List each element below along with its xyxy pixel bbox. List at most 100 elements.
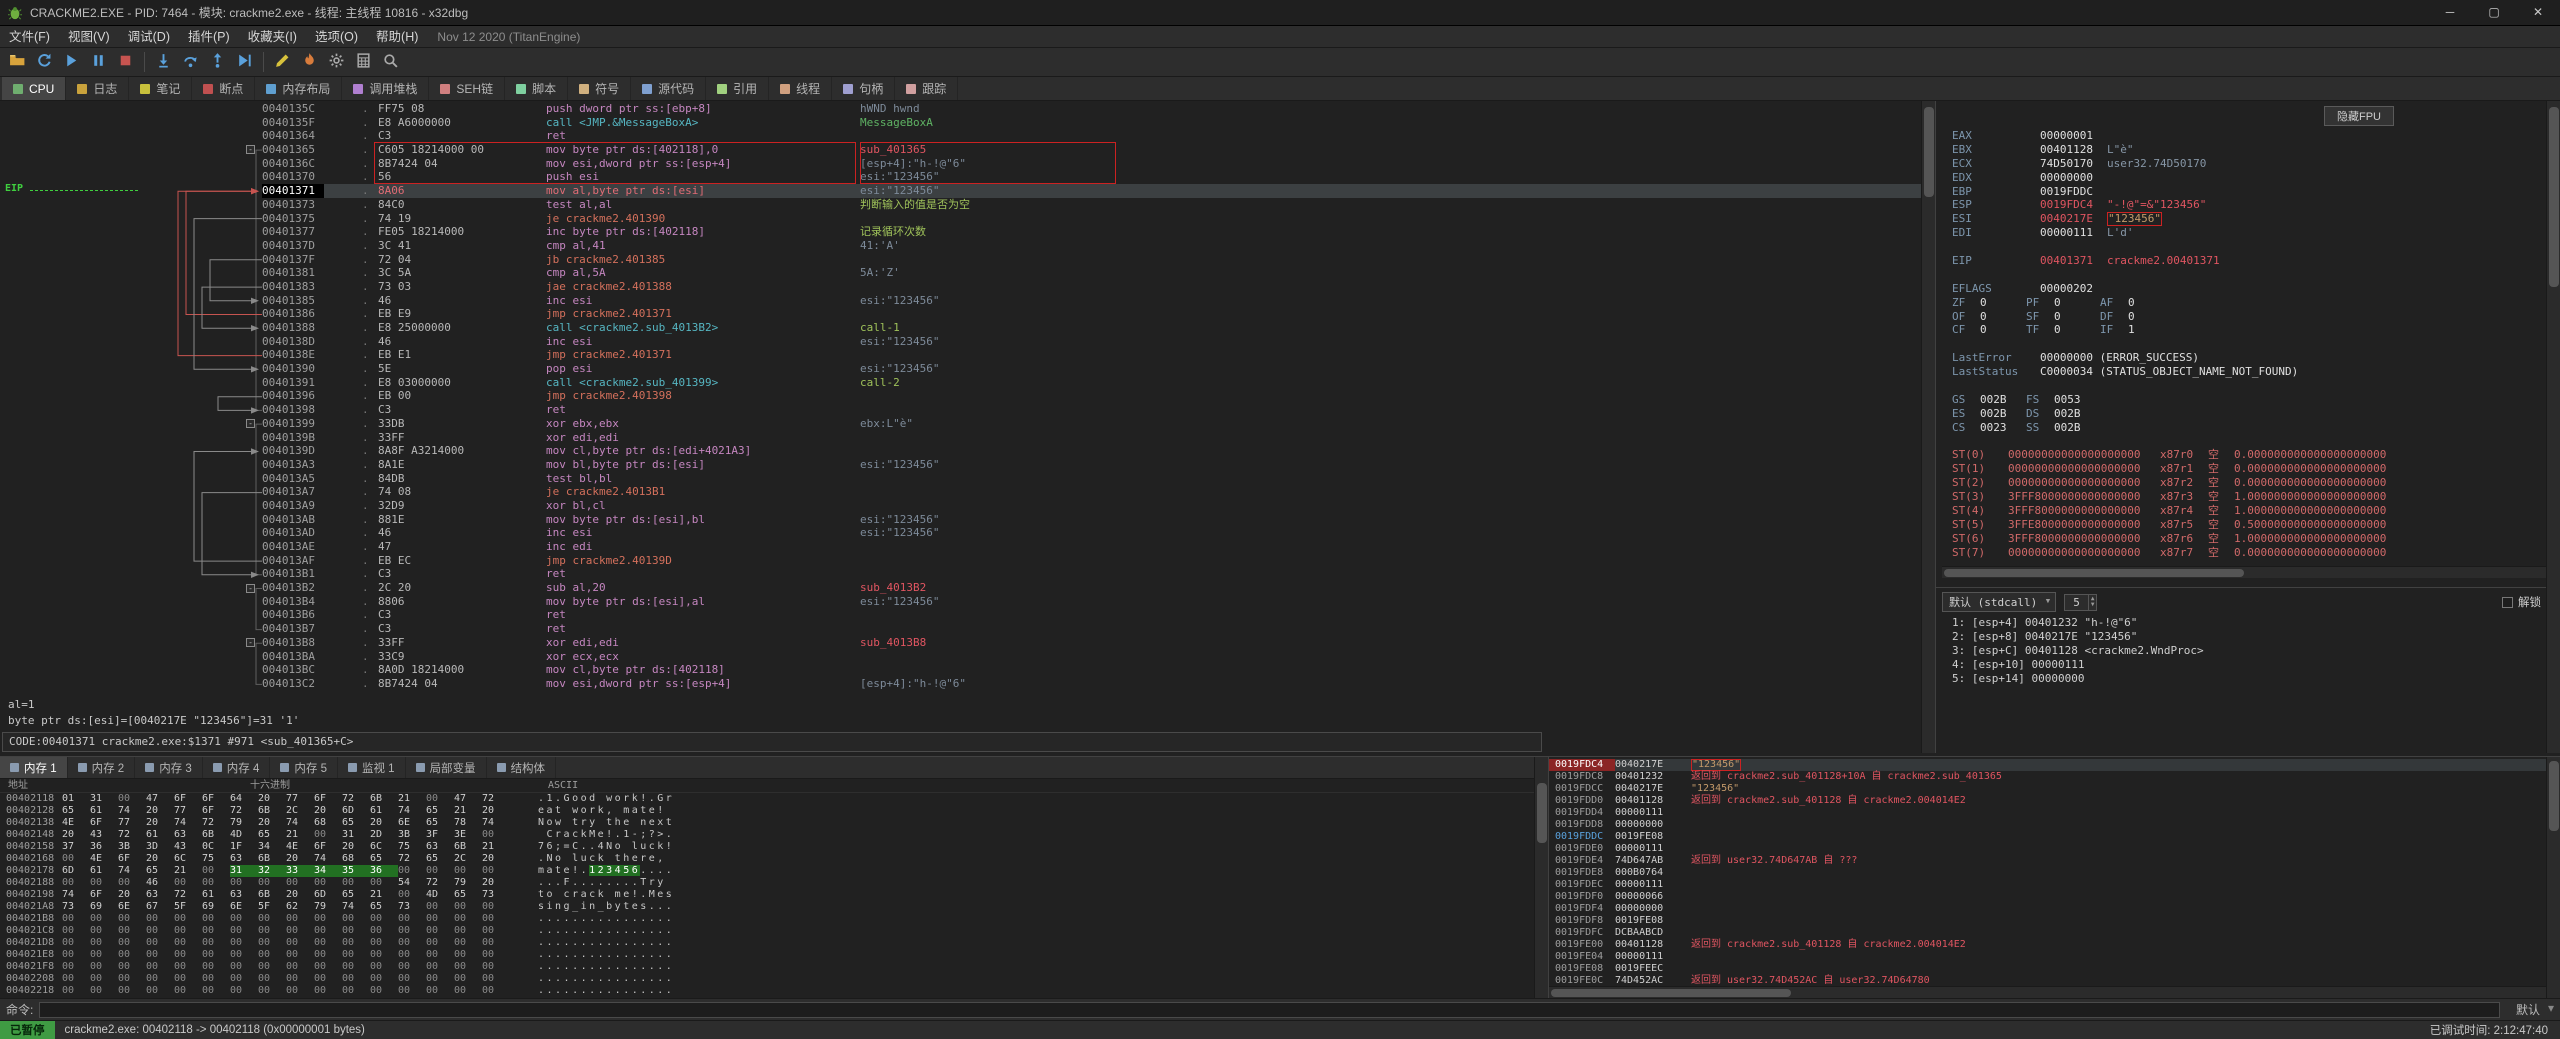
dump-tab-6[interactable]: 监视 1 (338, 757, 406, 778)
fpu-register-row[interactable]: ST(2) 00000000000000000000 x87r2 空 0.0000000… (1936, 476, 2560, 490)
stack-row[interactable]: 0019FDE8 000B0764 (1549, 867, 2560, 879)
stack-horizontal-scrollbar[interactable] (1549, 986, 2547, 998)
fpu-register-row[interactable]: ST(7) 00000000000000000000 x87r7 空 0.0000000… (1936, 546, 2560, 560)
register-row[interactable]: ZF 0 PF 0 AF 0 (1936, 296, 2560, 310)
calculator-button[interactable] (350, 50, 377, 75)
step-into-button[interactable] (150, 50, 177, 75)
register-row[interactable]: CF 0 TF 0 IF 1 (1936, 323, 2560, 337)
stack-row[interactable]: 0019FE00 00401128 返回到 crackme2.sub_401128 … (1549, 939, 2560, 951)
fpu-register-row[interactable]: ST(3) 3FFF8000000000000000 x87r3 空 1.0000000… (1936, 490, 2560, 504)
menu-item[interactable]: 收藏夹(I) (239, 26, 306, 48)
disasm-row[interactable]: 004013A7. 74 08 je crackme2.4013B1 (0, 485, 1935, 499)
memory-dump-panel[interactable]: 内存 1 内存 2 内存 3 内存 4 内存 5 监视 1 局部变量 结构体 地址 十六进制 … (0, 756, 1548, 998)
stack-panel[interactable]: 0019FDC4 0040217E "123456" 0019FDC8 00401232… (1548, 756, 2560, 998)
stack-scrollbar[interactable] (2546, 757, 2560, 998)
dump-row[interactable]: 00402148 20 43 72 61 63 6B 4D 65 21 00 31 2D 3B 3F 3E 00… (0, 829, 1548, 841)
menu-item[interactable]: 文件(F) (0, 26, 59, 48)
fpu-register-row[interactable]: ST(0) 00000000000000000000 x87r0 空 0.0000000… (1936, 448, 2560, 462)
stack-row[interactable]: 0019FDD4 00000111 (1549, 807, 2560, 819)
register-row[interactable]: EFLAGS 00000202 (1936, 282, 2560, 296)
register-row[interactable]: ES 002B DS 002B (1936, 407, 2560, 421)
maximize-button[interactable]: ▢ (2472, 0, 2516, 25)
step-over-button[interactable] (177, 50, 204, 75)
register-row[interactable]: ESP 0019FDC4 "-!@"=&"123456" (1936, 198, 2560, 212)
register-row[interactable]: EIP 00401371 crackme2.00401371 (1936, 254, 2560, 268)
register-row[interactable]: OF 0 SF 0 DF 0 (1936, 310, 2560, 324)
disasm-row[interactable]: 0040136C. 8B7424 04 mov esi,dword ptr ss:[… (0, 157, 1935, 171)
patches-button[interactable] (269, 50, 296, 75)
dump-row[interactable]: 004021E8 00 00 00 00 00 00 00 00 00 00 00 00 00 00 00 00… (0, 949, 1548, 961)
stack-row[interactable]: 0019FDDC 0019FE08 (1549, 831, 2560, 843)
register-row[interactable]: EDI 00000111 L'd' (1936, 226, 2560, 240)
fpu-register-row[interactable]: ST(4) 3FFF8000000000000000 x87r4 空 1.0000000… (1936, 504, 2560, 518)
argument-row[interactable]: 5: [esp+14] 00000000 (1936, 672, 2560, 686)
command-default-dropdown[interactable]: 默认 (2508, 1001, 2554, 1018)
dump-tab-7[interactable]: 局部变量 (406, 757, 487, 778)
dump-tab-5[interactable]: 内存 5 (270, 757, 338, 778)
disasm-row[interactable]: 00401391. E8 03000000 call <crackme2.sub_4… (0, 376, 1935, 390)
function-collapse-icon[interactable]: - (246, 145, 255, 155)
stop-button[interactable] (112, 50, 139, 75)
dump-row[interactable]: 00402118 01 31 00 47 6F 6F 64 20 77 6F 72 6B 21 00 47 72… (0, 793, 1548, 805)
spinner-arrows-icon[interactable]: ▲ ▼ (2087, 594, 2097, 610)
disassembly-scrollbar[interactable] (1921, 101, 1935, 753)
disasm-row[interactable]: 004013B2. 2C 20 sub al,20 sub_4013B2 (0, 581, 1935, 595)
stack-row[interactable]: 0019FE04 00000111 (1549, 951, 2560, 963)
argument-row[interactable]: 1: [esp+4] 00401232 "h-!@"6" (1936, 616, 2560, 630)
disasm-row[interactable]: 00401370. 56 push esi esi:"123456" (0, 170, 1935, 184)
disasm-row[interactable]: 0040135C. FF75 08 push dword ptr ss:[ebp+8… (0, 102, 1935, 116)
view-tab-内存布局[interactable]: 内存布局 (255, 77, 343, 100)
dump-row[interactable]: 00402178 6D 61 74 65 21 00 31 32 33 34 35 36 00 00 00 00… (0, 865, 1548, 877)
minimize-button[interactable]: ─ (2428, 0, 2472, 25)
menu-item[interactable]: 视图(V) (59, 26, 119, 48)
disasm-row[interactable]: 004013B6. C3 ret (0, 608, 1935, 622)
disasm-row[interactable]: 00401383. 73 03 jae crackme2.401388 (0, 280, 1935, 294)
disasm-row[interactable]: 00401371. 8A06 mov al,byte ptr ds:[esi] esi… (0, 184, 1935, 198)
register-row[interactable]: LastError 00000000 (ERROR_SUCCESS) (1936, 351, 2560, 365)
view-tab-跟踪[interactable]: 跟踪 (895, 77, 959, 100)
function-collapse-icon[interactable]: - (246, 419, 255, 429)
dump-row[interactable]: 00402168 00 4E 6F 20 6C 75 63 6B 20 74 68 65 72 65 2C 20… (0, 853, 1548, 865)
disasm-row[interactable]: 00401377. FE05 18214000 inc byte ptr ds:[4… (0, 225, 1935, 239)
dump-row[interactable]: 004021F8 00 00 00 00 00 00 00 00 00 00 00 00 00 00 00 00… (0, 961, 1548, 973)
disasm-row[interactable]: 004013A5. 84DB test bl,bl (0, 472, 1935, 486)
restart-button[interactable] (31, 50, 58, 75)
dump-row[interactable]: 00402138 4E 6F 77 20 74 72 79 20 74 68 65 20 6E 65 78 74… (0, 817, 1548, 829)
disasm-row[interactable]: 00401386. EB E9 jmp crackme2.401371 (0, 307, 1935, 321)
stack-row[interactable]: 0019FDE4 74D647AB 返回到 user32.74D647AB 自 ??… (1549, 855, 2560, 867)
view-tab-句柄[interactable]: 句柄 (832, 77, 896, 100)
stack-row[interactable]: 0019FDCC 0040217E "123456" (1549, 783, 2560, 795)
dump-row[interactable]: 00402158 37 36 3B 3D 43 0C 1F 34 4E 6F 20 6C 75 63 6B 21… (0, 841, 1548, 853)
dump-tab-2[interactable]: 内存 2 (68, 757, 136, 778)
disasm-row[interactable]: 00401390. 5E pop esi esi:"123456" (0, 362, 1935, 376)
disasm-row[interactable]: 0040137F. 72 04 jb crackme2.401385 (0, 253, 1935, 267)
menu-item[interactable]: 选项(O) (306, 26, 367, 48)
view-tab-seh链[interactable]: SEH链 (429, 77, 506, 100)
disasm-row[interactable]: 00401385. 46 inc esi esi:"123456" (0, 294, 1935, 308)
function-collapse-icon[interactable]: - (246, 638, 255, 648)
disasm-row[interactable]: 004013A9. 32D9 xor bl,cl (0, 499, 1935, 513)
disasm-row[interactable]: 0040135F. E8 A6000000 call <JMP.&MessageBo… (0, 116, 1935, 130)
menu-item[interactable]: 插件(P) (179, 26, 239, 48)
step-out-button[interactable] (204, 50, 231, 75)
view-tab-线程[interactable]: 线程 (769, 77, 833, 100)
dump-row[interactable]: 00402208 00 00 00 00 00 00 00 00 00 00 00 00 00 00 00 00… (0, 973, 1548, 985)
stack-row[interactable]: 0019FDD0 00401128 返回到 crackme2.sub_401128 … (1549, 795, 2560, 807)
view-tab-源代码[interactable]: 源代码 (631, 77, 707, 100)
argument-depth-spinner[interactable]: 5 ▲ ▼ (2064, 593, 2098, 611)
view-tab-笔记[interactable]: 笔记 (129, 77, 193, 100)
registers-scrollbar[interactable] (2546, 101, 2560, 753)
register-row[interactable]: EBP 0019FDDC (1936, 185, 2560, 199)
register-row[interactable]: ECX 74D50170 user32.74D50170 (1936, 157, 2560, 171)
disasm-row[interactable]: 00401364. C3 ret (0, 129, 1935, 143)
view-tab-调用堆栈[interactable]: 调用堆栈 (342, 77, 430, 100)
command-input[interactable] (39, 1001, 2500, 1018)
register-row[interactable]: CS 0023 SS 002B (1936, 421, 2560, 435)
disasm-row[interactable]: 004013B4. 8806 mov byte ptr ds:[esi],al esi… (0, 595, 1935, 609)
disasm-row[interactable]: 004013B7. C3 ret (0, 622, 1935, 636)
view-tab-符号[interactable]: 符号 (568, 77, 632, 100)
disasm-row[interactable]: 0040139B. 33FF xor edi,edi (0, 431, 1935, 445)
stack-row[interactable]: 0019FDF8 0019FE08 (1549, 915, 2560, 927)
disasm-row[interactable]: 0040137D. 3C 41 cmp al,41 41:'A' (0, 239, 1935, 253)
disasm-row[interactable]: 00401365. C605 18214000 00 mov byte ptr ds… (0, 143, 1935, 157)
